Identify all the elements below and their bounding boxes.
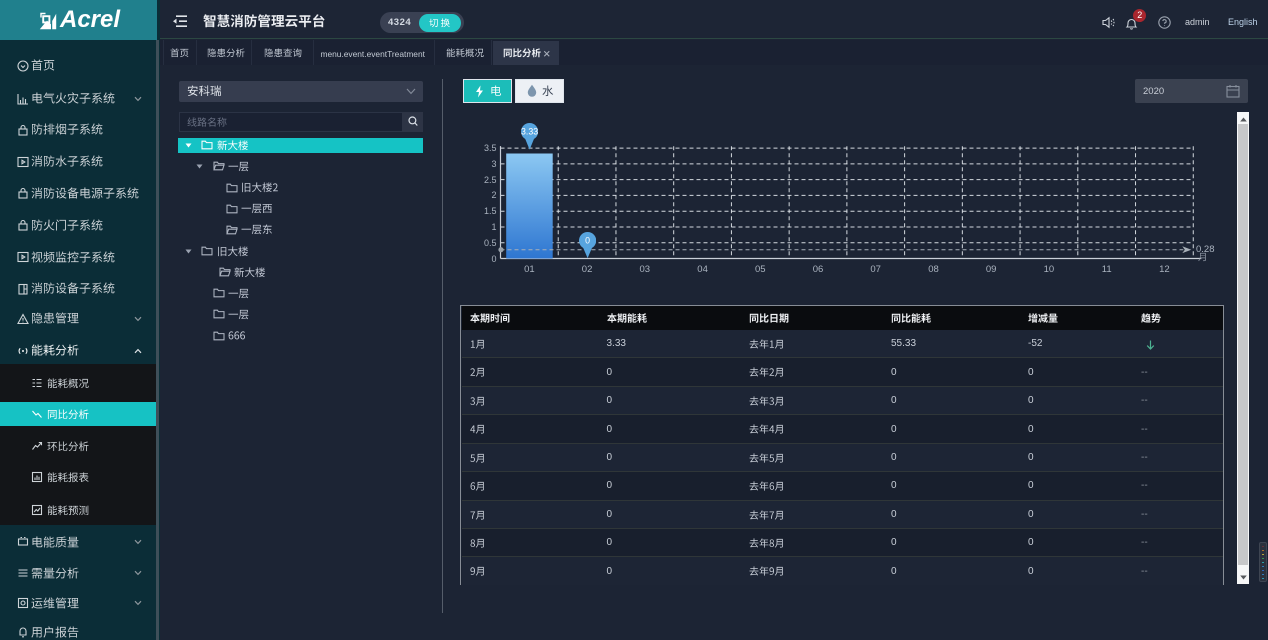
svg-text:3.33: 3.33 (521, 126, 538, 136)
svg-text:0: 0 (585, 235, 590, 245)
